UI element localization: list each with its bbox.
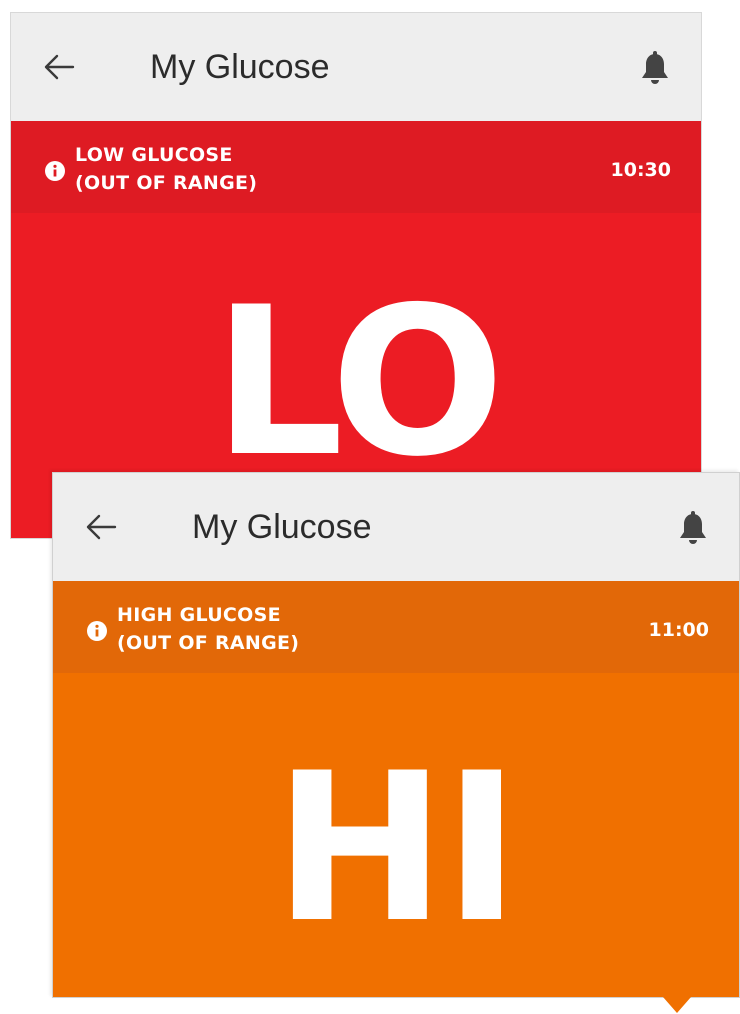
low-glucose-screen: My Glucose LOW GLUCOSE (OUT OF RANGE) 10… [10,12,702,539]
info-icon[interactable] [45,161,65,181]
arrow-left-icon [44,54,75,80]
status-label: HIGH GLUCOSE [117,604,281,626]
bell-icon [680,511,706,544]
app-bar: My Glucose [53,473,739,581]
app-bar: My Glucose [11,13,701,121]
alarms-button[interactable] [675,509,711,549]
glucose-reading: LO [213,264,505,502]
status-sublabel: (OUT OF RANGE) [75,172,258,194]
high-glucose-screen: My Glucose HIGH GLUCOSE (OUT OF RANGE) 1… [52,472,740,998]
glucose-reading: HI [274,730,520,968]
status-message: LOW GLUCOSE (OUT OF RANGE) [75,141,257,197]
status-message: HIGH GLUCOSE (OUT OF RANGE) [117,601,299,657]
glucose-screens: My Glucose LOW GLUCOSE (OUT OF RANGE) 10… [0,0,740,1014]
page-title: My Glucose [150,48,330,86]
status-label: LOW GLUCOSE [75,144,233,166]
back-button[interactable] [41,49,77,85]
callout-pointer [663,997,691,1013]
page-title: My Glucose [192,508,372,546]
arrow-left-icon [86,514,117,540]
back-button[interactable] [83,509,119,545]
alarms-button[interactable] [637,49,673,89]
alert-status-bar: LOW GLUCOSE (OUT OF RANGE) 10:30 [11,121,701,213]
reading-panel: HI [53,673,739,997]
reading-time: 11:00 [648,619,709,641]
alert-status-bar: HIGH GLUCOSE (OUT OF RANGE) 11:00 [53,581,739,673]
status-sublabel: (OUT OF RANGE) [117,632,300,654]
reading-time: 10:30 [610,159,671,181]
bell-icon [642,51,668,84]
info-icon[interactable] [87,621,107,641]
